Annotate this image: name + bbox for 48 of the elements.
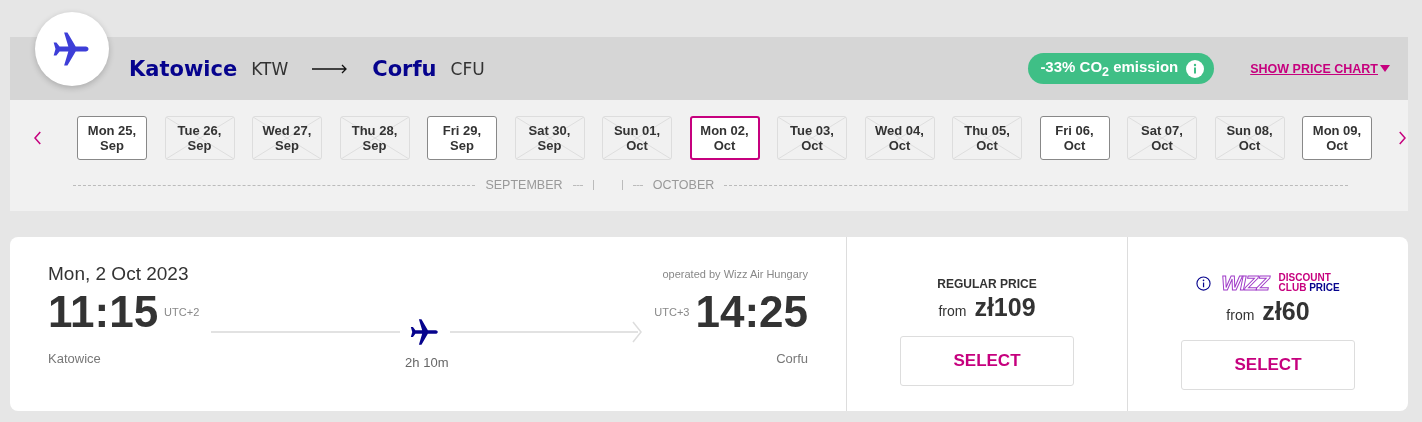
club-label: CLUB [1278,282,1307,293]
club-label: PRICE [1309,282,1340,293]
origin-code: KTW [251,58,289,79]
date-tab[interactable]: Mon 02, Oct [689,116,760,160]
select-button[interactable]: SELECT [1181,340,1355,390]
caret-icon [1380,65,1390,72]
timezone-text: UTC+2 [164,306,200,318]
select-button[interactable]: SELECT [900,336,1074,386]
date-tab[interactable]: Fri 06, Oct [1039,116,1110,160]
date-tab[interactable]: Sat 30, Sep [514,116,585,160]
price-chart-link[interactable]: SHOW PRICE CHART [1250,61,1390,76]
destination-code: CFU [450,58,485,79]
date-tab[interactable]: Sun 01, Oct [602,116,672,160]
destination-city: Corfu [372,56,437,81]
date-tab[interactable]: Fri 29, Sep [427,116,497,160]
origin-city: Katowice [129,56,238,81]
date-tab[interactable]: Sat 07, Oct [1127,116,1197,160]
fare-price: zł60 [1262,297,1310,326]
arrival-time: 14:25 [695,287,808,337]
date-tab[interactable]: Sun 08, Oct [1214,116,1285,160]
arrival-city: Corfu [776,351,808,366]
club-logo: WIZZ [1221,271,1269,295]
arrow-head-icon [632,321,643,343]
timezone-text: UTC+3 [654,306,690,318]
date-tab[interactable]: Tue 03, Oct [777,116,847,160]
departure-city: Katowice [48,351,102,366]
info-icon[interactable] [1196,275,1212,291]
date-tab[interactable]: Mon 25, Sep [77,116,147,160]
date-tab[interactable]: Wed 04, Oct [864,116,935,160]
club-label: DISCOUNT [1278,273,1332,283]
flight-duration: 2h 10m [405,355,449,370]
departure-time: 11:15 [48,287,159,337]
fare-price: zł109 [974,293,1036,322]
date-tab[interactable]: Mon 09, Oct [1302,116,1372,160]
co2-text: -33% CO$_{2}$ emission [1040,58,1179,79]
date-tab[interactable]: Thu 28, Sep [339,116,410,160]
date-tab[interactable]: Wed 27, Sep [252,116,322,160]
date-tab[interactable]: Thu 05, Oct [952,116,1022,160]
from-text: from [938,303,967,319]
from-text: from [1226,307,1255,323]
fare-label: REGULAR PRICE [937,277,1037,291]
arrow-icon [312,63,349,74]
date-tab[interactable]: Tue 26, Sep [164,116,235,160]
flight-date: Mon, 2 Oct 2023 [48,263,189,285]
month-label: SEPTEMBER [485,178,563,192]
month-label: OCTOBER [652,178,715,192]
info-icon [1186,59,1205,78]
operator-text: operated by Wizz Air Hungary [662,268,808,280]
